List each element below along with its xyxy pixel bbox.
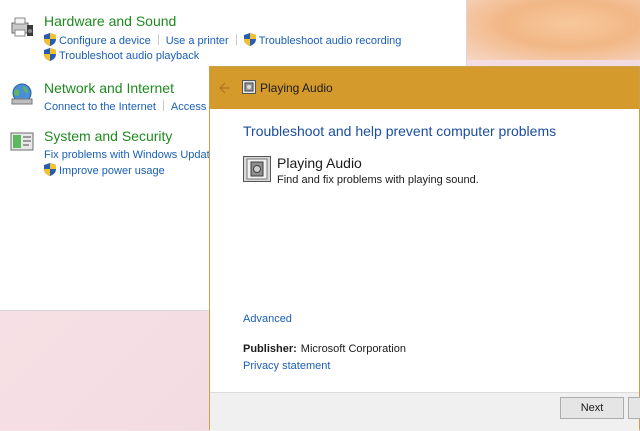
shield-icon — [243, 33, 256, 46]
publisher-info: Publisher: Microsoft Corporation — [243, 343, 406, 355]
cancel-button[interactable] — [628, 397, 640, 419]
link-separator — [162, 100, 164, 111]
category-title[interactable]: Hardware and Sound — [44, 13, 176, 29]
desktop-background — [465, 0, 640, 60]
next-button[interactable]: Next — [560, 397, 624, 419]
shield-icon — [44, 163, 56, 176]
link-troubleshoot-audio-playback[interactable]: Troubleshoot audio playback — [59, 50, 199, 62]
link-separator — [235, 34, 237, 45]
category-title[interactable]: System and Security — [44, 128, 172, 144]
network-globe-icon — [11, 83, 33, 105]
shield-icon — [44, 48, 56, 61]
category-links: Fix problems with Windows Update Improve… — [44, 148, 216, 178]
troubleshooter-window: Playing Audio Troubleshoot and help prev… — [209, 66, 640, 431]
shield-icon — [44, 33, 56, 46]
title-bar[interactable]: Playing Audio — [210, 67, 639, 109]
link-fix-windows-update[interactable]: Fix problems with Windows Update — [44, 149, 216, 161]
link-troubleshoot-audio-recording[interactable]: Troubleshoot audio recording — [259, 35, 402, 47]
audio-troubleshooter-icon — [242, 80, 256, 94]
category-links: Configure a device Use a printer Troubles… — [44, 33, 401, 63]
category-links: Connect to the Internet Access sh — [44, 100, 221, 115]
link-separator — [157, 34, 159, 45]
publisher-label: Publisher: — [243, 343, 297, 355]
troubleshooter-item-title: Playing Audio — [277, 155, 362, 171]
link-improve-power-usage[interactable]: Improve power usage — [59, 165, 165, 177]
privacy-statement-link[interactable]: Privacy statement — [243, 360, 330, 372]
link-configure-device[interactable]: Configure a device — [59, 35, 151, 47]
system-security-icon — [10, 132, 34, 151]
publisher-value: Microsoft Corporation — [300, 343, 406, 355]
category-title[interactable]: Network and Internet — [44, 80, 174, 96]
advanced-link[interactable]: Advanced — [243, 313, 292, 325]
window-title: Playing Audio — [260, 81, 333, 95]
printer-speaker-icon — [11, 17, 33, 37]
footer-bar: Next — [210, 392, 640, 431]
link-connect-internet[interactable]: Connect to the Internet — [44, 101, 156, 113]
link-use-printer[interactable]: Use a printer — [166, 35, 229, 47]
page-heading: Troubleshoot and help prevent computer p… — [243, 123, 557, 139]
back-arrow-icon[interactable] — [218, 81, 232, 95]
troubleshooter-item-description: Find and fix problems with playing sound… — [277, 174, 479, 186]
audio-device-icon — [243, 156, 271, 182]
